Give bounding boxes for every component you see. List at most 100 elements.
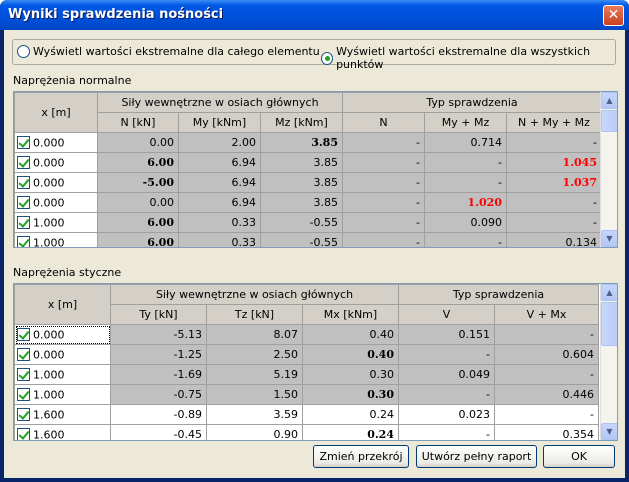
- row-checkbox[interactable]: [17, 368, 30, 382]
- title-bar[interactable]: Wyniki sprawdzenia nośności ✕: [0, 0, 629, 30]
- table-cell: -5.00: [97, 172, 179, 193]
- row-x-cell[interactable]: 0.000: [14, 344, 111, 365]
- table-cell: -: [424, 172, 507, 193]
- shear-col-header[interactable]: V: [398, 304, 495, 325]
- row-checkbox[interactable]: [17, 136, 30, 150]
- normal-col-header[interactable]: My [kNm]: [178, 112, 261, 133]
- table-cell: 2.00: [178, 132, 261, 153]
- radio-all-points-dot[interactable]: [321, 51, 334, 65]
- change-section-button[interactable]: Zmień przekrój: [313, 445, 409, 468]
- row-checkbox[interactable]: [17, 408, 30, 422]
- shear-check-header: Typ sprawdzenia: [398, 284, 599, 305]
- table-cell: 3.85: [260, 132, 343, 153]
- row-x-cell[interactable]: 0.000: [14, 132, 98, 153]
- table-row[interactable]: 0.000 0.00 6.94 3.85 - 1.020 -: [14, 192, 602, 213]
- shear-col-header[interactable]: Mx [kNm]: [302, 304, 399, 325]
- row-checkbox[interactable]: [17, 196, 30, 210]
- row-x-cell[interactable]: 1.000: [14, 364, 111, 385]
- row-x-value: 0.000: [33, 196, 65, 210]
- table-row[interactable]: 1.000 -1.69 5.19 0.30 0.049 -: [14, 364, 599, 385]
- table-row[interactable]: 1.000 6.00 0.33 -0.55 - - 0.134: [14, 232, 602, 247]
- close-button[interactable]: ✕: [603, 5, 624, 26]
- table-row[interactable]: 0.000 6.00 6.94 3.85 - - 1.045: [14, 152, 602, 173]
- radio-whole-element-dot[interactable]: [17, 45, 30, 58]
- row-checkbox[interactable]: [17, 328, 30, 342]
- row-x-cell[interactable]: 0.000: [14, 152, 98, 173]
- table-row[interactable]: 1.000 -0.75 1.50 0.30 - 0.446: [14, 384, 599, 405]
- shear-grid-scrollbar[interactable]: ▲ ▼: [600, 284, 617, 440]
- normal-grid-scrollbar[interactable]: ▲ ▼: [600, 92, 617, 247]
- row-checkbox[interactable]: [17, 236, 30, 247]
- row-x-cell[interactable]: 1.600: [14, 404, 111, 425]
- table-cell: 6.00: [97, 152, 179, 173]
- row-checkbox[interactable]: [17, 388, 30, 402]
- table-cell: -: [398, 424, 495, 440]
- row-x-cell[interactable]: 0.000: [14, 324, 111, 345]
- table-cell: 0.354: [494, 424, 599, 440]
- shear-col-header[interactable]: V + Mx: [494, 304, 599, 325]
- table-row[interactable]: 0.000 0.00 2.00 3.85 - 0.714 -: [14, 132, 602, 153]
- normal-col-header[interactable]: N: [342, 112, 425, 133]
- shear-col-header[interactable]: Tz [kN]: [206, 304, 303, 325]
- row-checkbox[interactable]: [17, 348, 30, 362]
- arrow-up-icon: ▲: [606, 96, 613, 105]
- scroll-thumb[interactable]: [601, 110, 617, 132]
- table-row[interactable]: 1.000 6.00 0.33 -0.55 - 0.090 -: [14, 212, 602, 233]
- normal-col-header[interactable]: My + Mz: [424, 112, 507, 133]
- normal-stress-table: x [m] Siły wewnętrzne w osiach głównych …: [14, 92, 602, 247]
- table-cell: -: [342, 232, 425, 247]
- normal-col-header[interactable]: N + My + Mz: [506, 112, 602, 133]
- row-x-value: 0.000: [33, 136, 65, 150]
- table-cell: -0.45: [110, 424, 207, 440]
- row-x-cell[interactable]: 0.000: [14, 172, 98, 193]
- table-cell: -1.69: [110, 364, 207, 385]
- table-cell: 8.07: [206, 324, 303, 345]
- arrow-down-icon: ▼: [606, 234, 613, 243]
- table-cell: -: [494, 364, 599, 385]
- row-checkbox[interactable]: [17, 176, 30, 190]
- radio-all-points-label: Wyświetl wartości ekstremalne dla wszyst…: [336, 45, 591, 71]
- row-x-value: 0.000: [33, 348, 65, 362]
- table-cell: 6.00: [97, 212, 179, 233]
- row-checkbox[interactable]: [17, 428, 30, 440]
- radio-whole-element[interactable]: Wyświetl wartości ekstremalne dla całego…: [17, 45, 320, 58]
- table-row[interactable]: 0.000 -5.13 8.07 0.40 0.151 -: [14, 324, 599, 345]
- normal-stress-label: Naprężenia normalne: [13, 74, 132, 87]
- table-row[interactable]: 0.000 -5.00 6.94 3.85 - - 1.037: [14, 172, 602, 193]
- normal-col-header[interactable]: N [kN]: [97, 112, 179, 133]
- table-cell: -0.75: [110, 384, 207, 405]
- row-x-cell[interactable]: 1.000: [14, 232, 98, 247]
- table-row[interactable]: 1.600 -0.89 3.59 0.24 0.023 -: [14, 404, 599, 425]
- table-cell: -: [494, 324, 599, 345]
- table-row[interactable]: 0.000 -1.25 2.50 0.40 - 0.604: [14, 344, 599, 365]
- table-cell: 0.24: [302, 424, 399, 440]
- table-cell: 1.020: [424, 192, 507, 213]
- table-cell: 3.85: [260, 152, 343, 173]
- shear-col-header[interactable]: Ty [kN]: [110, 304, 207, 325]
- shear-stress-grid[interactable]: x [m] Siły wewnętrzne w osiach głównych …: [13, 283, 618, 441]
- scroll-thumb[interactable]: [601, 302, 617, 346]
- row-x-cell[interactable]: 1.000: [14, 384, 111, 405]
- table-row[interactable]: 1.600 -0.45 0.90 0.24 - 0.354: [14, 424, 599, 440]
- table-cell: 0.00: [97, 132, 179, 153]
- shear-forces-header: Siły wewnętrzne w osiach głównych: [110, 284, 399, 305]
- radio-all-points[interactable]: Wyświetl wartości ekstremalne dla wszyst…: [321, 45, 615, 71]
- normal-col-header[interactable]: Mz [kNm]: [260, 112, 343, 133]
- scroll-down-button[interactable]: ▼: [601, 423, 617, 440]
- scroll-up-button[interactable]: ▲: [601, 284, 617, 301]
- full-report-button[interactable]: Utwórz pełny raport: [416, 445, 537, 468]
- row-checkbox[interactable]: [17, 216, 30, 230]
- table-cell: 0.134: [506, 232, 602, 247]
- normal-stress-grid[interactable]: x [m] Siły wewnętrzne w osiach głównych …: [13, 91, 618, 248]
- row-x-cell[interactable]: 1.600: [14, 424, 111, 440]
- table-cell: -: [342, 132, 425, 153]
- scroll-down-button[interactable]: ▼: [601, 230, 617, 247]
- shear-x-header: x [m]: [14, 284, 111, 325]
- row-x-cell[interactable]: 1.000: [14, 212, 98, 233]
- table-cell: -: [342, 172, 425, 193]
- row-x-cell[interactable]: 0.000: [14, 192, 98, 213]
- scroll-up-button[interactable]: ▲: [601, 92, 617, 109]
- row-checkbox[interactable]: [17, 156, 30, 170]
- ok-button[interactable]: OK: [543, 445, 615, 468]
- table-cell: -: [506, 212, 602, 233]
